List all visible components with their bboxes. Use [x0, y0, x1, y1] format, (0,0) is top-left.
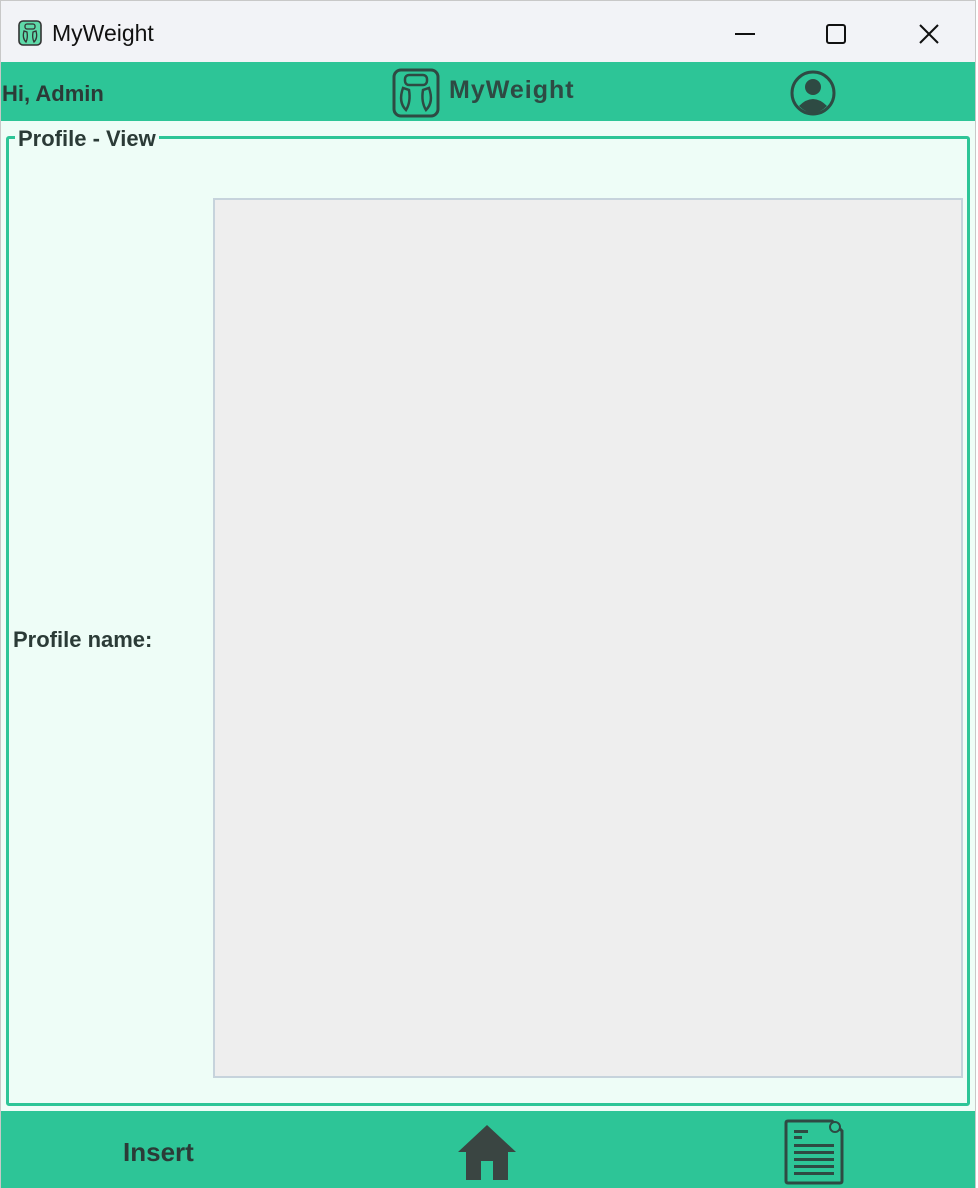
greeting-text: Hi, Admin: [2, 81, 104, 106]
window-title: MyWeight: [52, 20, 154, 46]
profile-name-label: Profile name:: [13, 627, 153, 652]
user-circle-icon[interactable]: [790, 70, 836, 116]
profile-name-field[interactable]: [213, 198, 963, 1078]
maximize-icon: [826, 24, 846, 44]
minimize-button[interactable]: [720, 11, 770, 57]
close-button[interactable]: [904, 11, 954, 57]
logo-text: MyWeight: [449, 76, 575, 104]
scale-icon: [392, 68, 440, 118]
app-window: MyWeight Hi, Admin MyWeight Profile - Vi…: [0, 0, 976, 1188]
minimize-icon: [735, 33, 755, 35]
group-legend: Profile - View: [15, 126, 159, 152]
home-icon[interactable]: [456, 1121, 518, 1183]
scale-icon: [18, 20, 42, 46]
maximize-button[interactable]: [811, 11, 861, 57]
title-bar[interactable]: MyWeight: [1, 1, 975, 62]
document-icon[interactable]: [782, 1118, 846, 1186]
close-icon: [919, 24, 939, 44]
insert-button[interactable]: Insert: [123, 1137, 194, 1168]
